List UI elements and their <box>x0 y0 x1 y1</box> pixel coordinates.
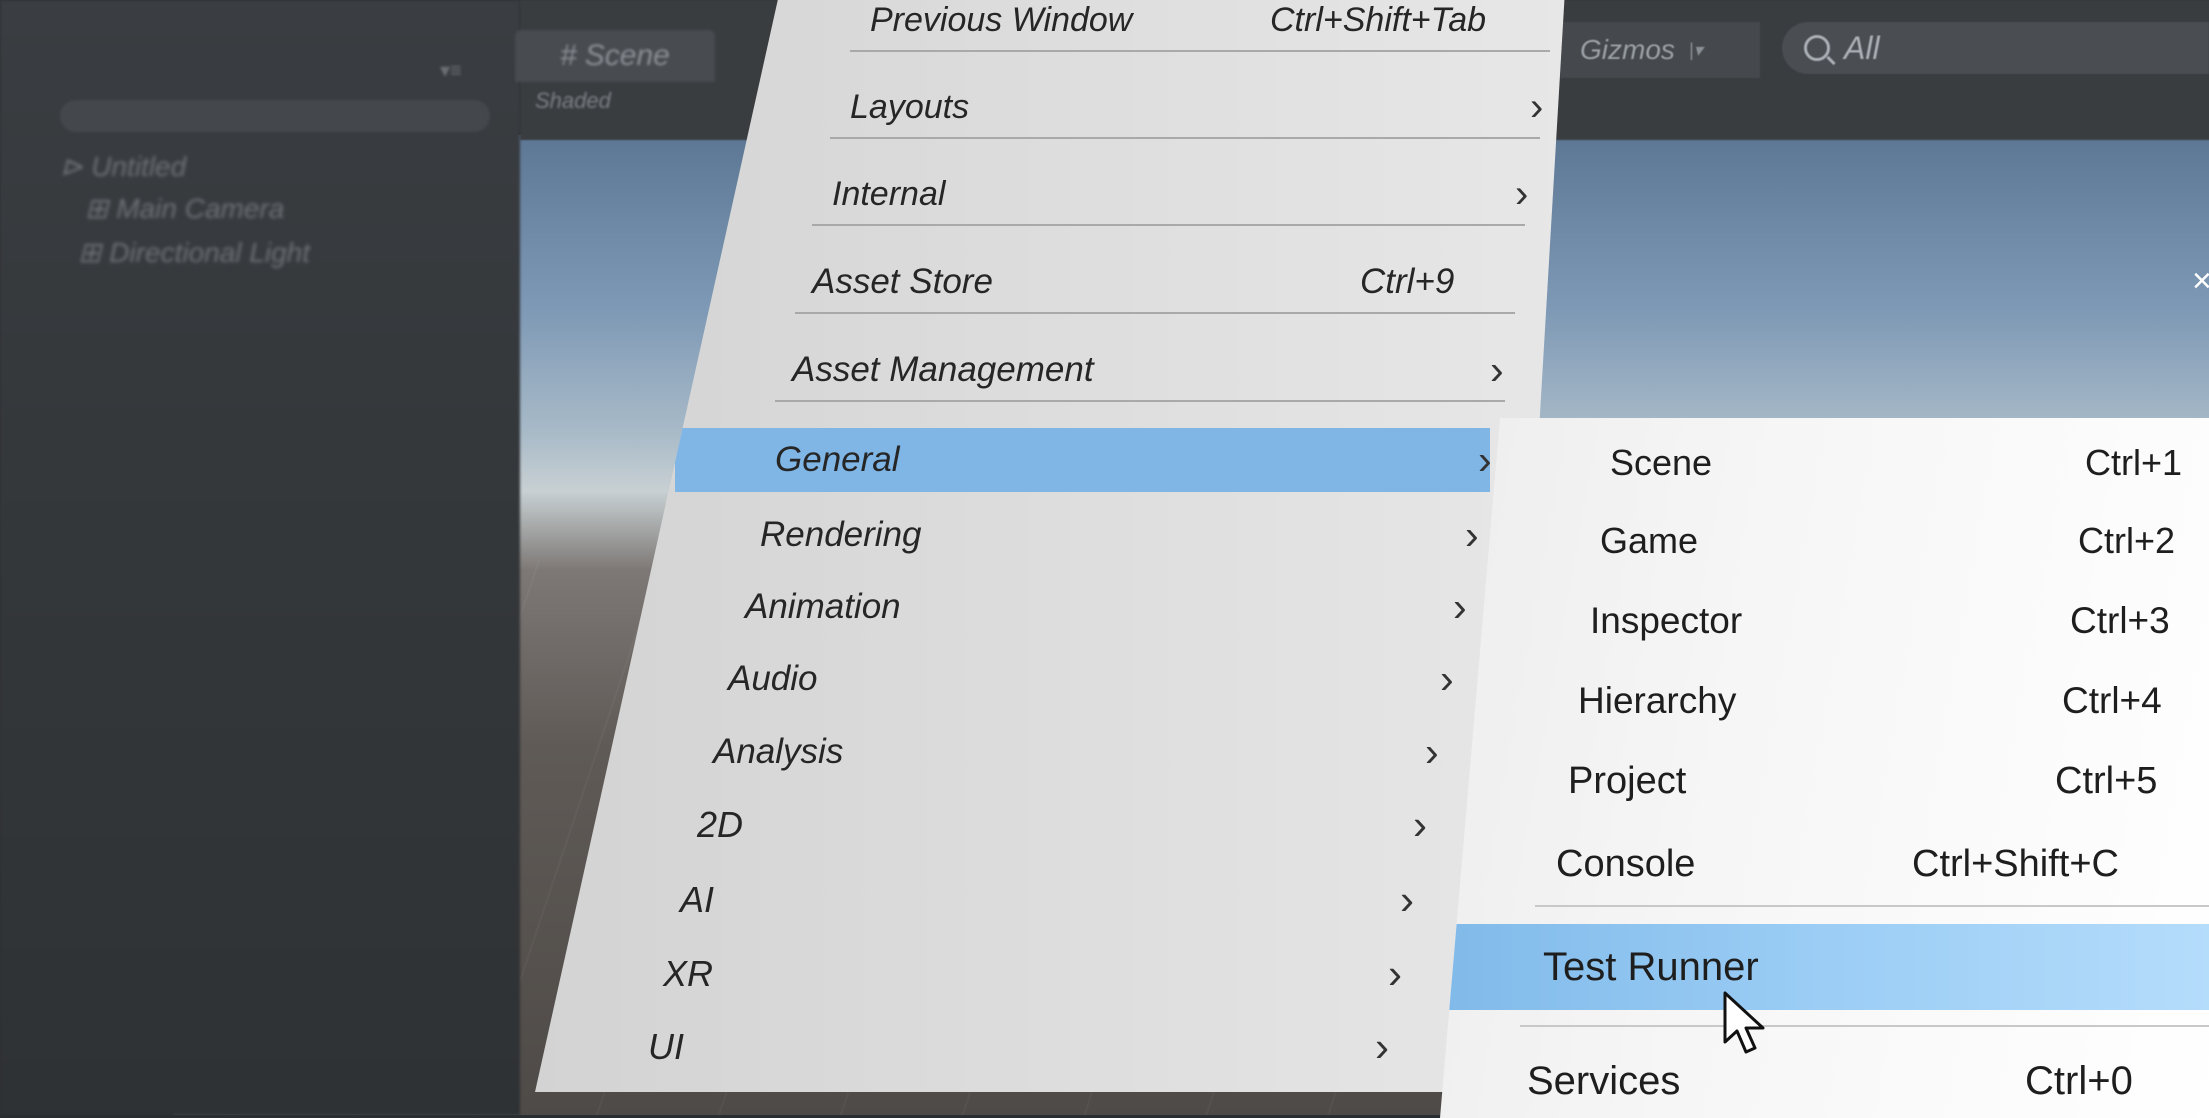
menu-item-label: Audio <box>728 659 818 698</box>
scene-search-input[interactable]: All <box>1782 22 2209 74</box>
submenu-item-scene[interactable]: Scene Ctrl+1 <box>1440 432 2209 494</box>
general-submenu: Scene Ctrl+1 Game Ctrl+2 Inspector Ctrl+3 Hier… <box>1440 418 2209 1118</box>
shading-mode-dropdown[interactable]: Shaded <box>535 88 611 114</box>
menu-item-ui[interactable]: UI › <box>535 1015 1565 1079</box>
menu-separator <box>1535 905 2209 907</box>
menu-item-label: Previous Window <box>870 0 1133 39</box>
menu-item-label: Internal <box>832 174 946 213</box>
submenu-item-hierarchy[interactable]: Hierarchy Ctrl+4 <box>1440 670 2209 732</box>
submenu-arrow-icon: › <box>1425 728 1439 775</box>
submenu-item-services[interactable]: Services Ctrl+0 <box>1440 1050 2209 1112</box>
scene-search-text: All <box>1844 29 1880 66</box>
submenu-arrow-icon: › <box>1375 1023 1389 1070</box>
hierarchy-search-field[interactable] <box>60 100 490 132</box>
submenu-item-inspector[interactable]: Inspector Ctrl+3 <box>1440 590 2209 652</box>
menu-item-animation[interactable]: Animation › <box>535 575 1565 639</box>
submenu-arrow-icon: › <box>1400 876 1414 923</box>
submenu-item-label: Test Runner <box>1543 944 1759 989</box>
mouse-cursor-icon <box>1723 991 1765 1054</box>
submenu-arrow-icon: › <box>1453 583 1467 630</box>
menu-item-label: AI <box>680 879 715 920</box>
submenu-arrow-icon: › <box>1440 655 1454 702</box>
hierarchy-item-label: Main Camera <box>116 193 285 224</box>
submenu-arrow-icon: › <box>1515 171 1529 216</box>
hierarchy-item[interactable]: ⊞ Directional Light <box>78 236 310 269</box>
menu-item-label: General <box>775 440 900 479</box>
menu-item-label: Animation <box>745 587 901 626</box>
gizmos-dropdown[interactable]: Gizmos |▾ <box>1560 22 1760 78</box>
menu-item-ai[interactable]: AI › <box>535 868 1565 932</box>
menu-item-2d[interactable]: 2D › <box>535 793 1565 857</box>
gizmos-label: Gizmos <box>1580 34 1675 65</box>
hierarchy-panel: ▾≡ ⊳ Untitled ⊞ Main Camera ⊞ Directiona… <box>0 0 520 1115</box>
menu-item-label: XR <box>663 953 714 994</box>
submenu-arrow-icon: › <box>1530 84 1544 129</box>
menu-item-label: UI <box>648 1026 684 1067</box>
tab-scene-label: Scene <box>584 39 670 72</box>
hierarchy-menu-icon[interactable]: ▾≡ <box>440 58 462 83</box>
menu-item-label: Layouts <box>850 87 970 126</box>
menu-item-shortcut: Ctrl+Shift+Tab <box>1270 0 1487 39</box>
search-icon <box>1804 35 1830 61</box>
submenu-item-shortcut: Ctrl+4 <box>2062 680 2162 721</box>
submenu-item-shortcut: Ctrl+5 <box>2055 759 2158 802</box>
hash-icon: # <box>560 39 577 72</box>
submenu-item-label: Game <box>1600 520 1699 561</box>
submenu-item-game[interactable]: Game Ctrl+2 <box>1440 510 2209 572</box>
submenu-item-label: Scene <box>1610 442 1713 483</box>
submenu-item-shortcut: Ctrl+2 <box>2078 520 2176 561</box>
tab-scene[interactable]: # Scene <box>515 30 715 82</box>
menu-item-label: 2D <box>697 804 744 845</box>
submenu-item-shortcut: Ctrl+Shift+C <box>1912 842 2119 885</box>
menu-separator <box>1520 1025 2209 1027</box>
submenu-arrow-icon: › <box>1478 436 1492 483</box>
submenu-arrow-icon: › <box>1413 801 1427 848</box>
dropdown-arrow-icon: |▾ <box>1688 39 1703 60</box>
submenu-item-label: Hierarchy <box>1578 680 1737 721</box>
submenu-item-project[interactable]: Project Ctrl+5 <box>1440 750 2209 812</box>
menu-item-general[interactable]: General › <box>675 428 1492 492</box>
submenu-item-shortcut: Ctrl+1 <box>2085 442 2183 483</box>
menu-item-label: Asset Store <box>812 262 993 301</box>
hierarchy-item[interactable]: ⊞ Main Camera <box>85 192 284 225</box>
menu-item-xr[interactable]: XR › <box>535 942 1565 1006</box>
close-icon[interactable]: × <box>2192 262 2209 301</box>
menu-item-audio[interactable]: Audio › <box>535 647 1565 711</box>
submenu-arrow-icon: › <box>1490 346 1504 393</box>
submenu-arrow-icon: › <box>1388 950 1402 997</box>
submenu-arrow-icon: › <box>1465 511 1479 558</box>
menu-item-label: Analysis <box>713 732 844 771</box>
submenu-item-label: Services <box>1527 1058 1681 1103</box>
menu-item-label: Rendering <box>760 515 922 554</box>
menu-item-label: Asset Management <box>792 350 1094 389</box>
hierarchy-scene-name: Untitled <box>91 151 187 182</box>
submenu-item-test-runner[interactable]: Test Runner <box>1440 924 2209 1010</box>
hierarchy-scene-node[interactable]: ⊳ Untitled <box>60 150 186 183</box>
submenu-item-label: Console <box>1556 842 1696 885</box>
menu-item-rendering[interactable]: Rendering › <box>535 503 1565 567</box>
submenu-item-label: Inspector <box>1590 600 1743 641</box>
submenu-item-shortcut: Ctrl+0 <box>2025 1058 2133 1103</box>
submenu-item-shortcut: Ctrl+3 <box>2070 600 2170 641</box>
hierarchy-item-label: Directional Light <box>109 237 311 268</box>
menu-item-shortcut: Ctrl+9 <box>1360 262 1455 301</box>
submenu-item-label: Project <box>1568 759 1687 802</box>
menu-item-analysis[interactable]: Analysis › <box>535 720 1565 784</box>
submenu-item-console[interactable]: Console Ctrl+Shift+C <box>1440 833 2209 895</box>
